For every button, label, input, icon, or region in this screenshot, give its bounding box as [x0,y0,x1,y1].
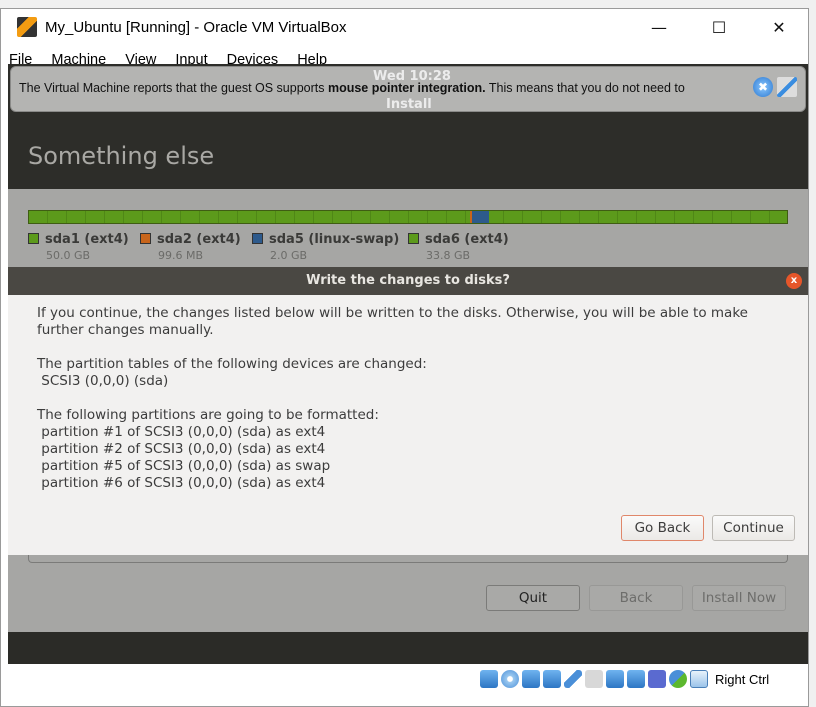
dialog-title: Write the changes to disks? [306,273,510,288]
legend-swatch [408,233,419,244]
title-bar: My_Ubuntu [Running] - Oracle VM VirtualB… [1,9,808,45]
notification-text-bold: mouse pointer integration. [327,81,486,95]
installer-window-title: Install [386,97,432,112]
changed-device: SCSI3 (0,0,0) (sda) [37,373,169,389]
legend-label: sda1 (ext4) [45,232,129,247]
quit-button[interactable]: Quit [486,585,580,611]
format-item: partition #1 of SCSI3 (0,0,0) (sda) as e… [37,424,326,440]
optical-drive-icon[interactable] [501,670,519,688]
continue-button[interactable]: Continue [712,515,795,541]
format-heading: The following partitions are going to be… [37,407,379,423]
legend-label: sda6 (ext4) [425,232,509,247]
dialog-close-button[interactable]: x [786,273,802,289]
format-item: partition #6 of SCSI3 (0,0,0) (sda) as e… [37,475,326,491]
write-changes-dialog: Write the changes to disks? x If you cont… [8,267,808,555]
legend-label: sda5 (linux-swap) [269,232,400,247]
dialog-intro: If you continue, the changes listed belo… [37,305,748,338]
legend-label: sda2 (ext4) [157,232,241,247]
format-item: partition #5 of SCSI3 (0,0,0) (sda) as s… [37,458,331,474]
audio-icon[interactable] [522,670,540,688]
legend-size: 50.0 GB [46,249,91,262]
legend-sda6: sda6 (ext4) 33.8 GB [408,232,509,262]
host-key-label: Right Ctrl [715,671,770,687]
legend-size: 33.8 GB [426,249,471,262]
installer-footer [8,632,808,664]
vm-status-bar: Right Ctrl [480,666,769,692]
dialog-body: If you continue, the changes listed belo… [8,295,808,502]
mouse-integration-icon[interactable] [669,670,687,688]
mouse-integration-disable-icon[interactable] [777,77,797,97]
shared-folders-icon[interactable] [585,670,603,688]
network-icon[interactable] [543,670,561,688]
back-button[interactable]: Back [589,585,683,611]
mouse-integration-notification: Wed 10:28 Install The Virtual Machine re… [10,66,806,112]
tables-heading: The partition tables of the following de… [37,356,427,372]
install-now-button[interactable]: Install Now [692,585,786,611]
partition-bar [28,210,788,224]
page-title: Something else [28,142,215,170]
legend-swatch [252,233,263,244]
keyboard-capture-icon[interactable] [690,670,708,688]
usb-icon[interactable] [564,670,582,688]
go-back-button[interactable]: Go Back [621,515,704,541]
virtualbox-app-icon [17,17,37,37]
legend-sda1: sda1 (ext4) 50.0 GB [28,232,129,262]
partition-table-frame [28,555,788,563]
notification-text-pre: The Virtual Machine reports that the gue… [19,81,328,95]
legend-size: 2.0 GB [270,249,308,262]
legend-swatch [28,233,39,244]
legend-swatch [140,233,151,244]
notification-text-post: This means that you do not need to [485,81,685,95]
notification-text: The Virtual Machine reports that the gue… [19,81,685,95]
cpu-icon[interactable] [648,670,666,688]
vm-display[interactable]: Something else Wed 10:28 Install The Vir… [8,64,808,664]
window-title: My_Ubuntu [Running] - Oracle VM VirtualB… [45,18,347,36]
video-capture-icon[interactable] [627,670,645,688]
close-notification-icon[interactable]: ✖ [753,77,773,97]
display-icon[interactable] [606,670,624,688]
close-button[interactable]: ✕ [749,9,809,45]
partition-segment-sda5 [472,211,489,223]
maximize-button[interactable]: ☐ [689,9,749,45]
format-item: partition #2 of SCSI3 (0,0,0) (sda) as e… [37,441,326,457]
legend-size: 99.6 MB [158,249,204,262]
legend-sda2: sda2 (ext4) 99.6 MB [140,232,241,262]
dialog-title-bar: Write the changes to disks? x [8,267,808,295]
minimize-button[interactable]: — [629,9,689,45]
hard-disk-icon[interactable] [480,670,498,688]
legend-sda5: sda5 (linux-swap) 2.0 GB [252,232,399,262]
